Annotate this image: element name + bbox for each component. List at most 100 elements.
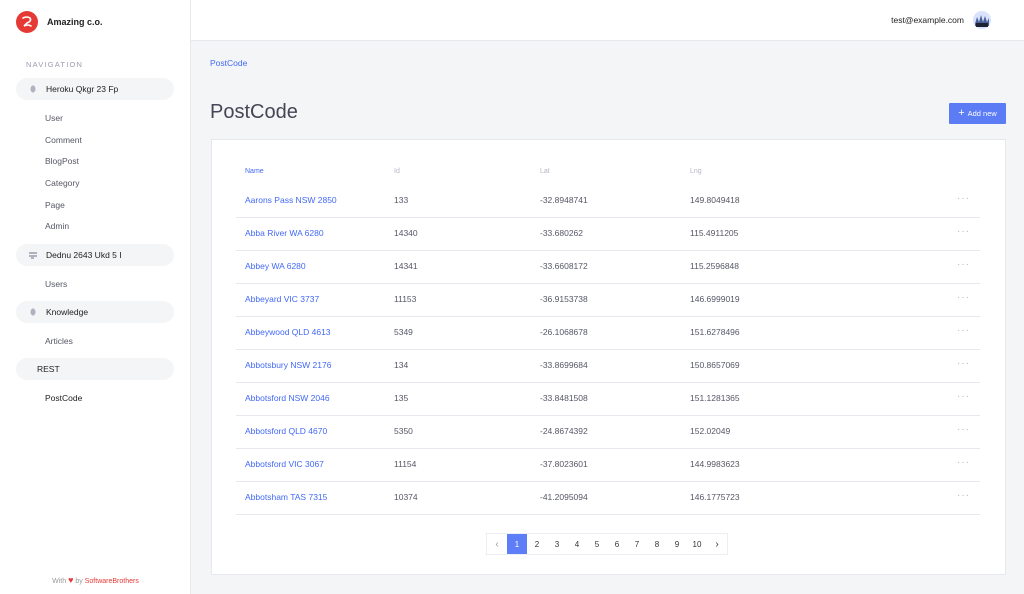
chevron-right-icon[interactable]: ›	[707, 534, 727, 554]
cell-lng: 152.02049	[690, 426, 731, 436]
page-button-3[interactable]: 3	[547, 534, 567, 554]
page-button-2[interactable]: 2	[527, 534, 547, 554]
page-button-5[interactable]: 5	[587, 534, 607, 554]
footer-link[interactable]: SoftwareBrothers	[85, 578, 139, 585]
page-button-8[interactable]: 8	[647, 534, 667, 554]
table-row[interactable]: Abbotsbury NSW 2176 134 -33.8699684 150.…	[236, 350, 980, 383]
column-header-name[interactable]: Name	[245, 168, 264, 175]
avatar-icon[interactable]	[973, 11, 991, 29]
nav-item-articles[interactable]: Articles	[45, 336, 73, 346]
table-row[interactable]: Abbotsford NSW 2046 135 -33.8481508 151.…	[236, 383, 980, 416]
cell-name[interactable]: Abbotsford NSW 2046	[245, 393, 330, 403]
nav-group-label: Heroku Qkgr 23 Fp	[46, 84, 119, 94]
footer-by: by	[75, 578, 83, 585]
table-row[interactable]: Abba River WA 6280 14340 -33.680262 115.…	[236, 218, 980, 251]
cell-id: 14341	[394, 261, 418, 271]
nav-group-heroku[interactable]: Heroku Qkgr 23 Fp	[16, 78, 174, 100]
page-button-4[interactable]: 4	[567, 534, 587, 554]
cell-name[interactable]: Abba River WA 6280	[245, 228, 324, 238]
topbar: test@example.com	[191, 0, 1024, 41]
nav-item-category[interactable]: Category	[45, 178, 80, 188]
cell-name[interactable]: Abbey WA 6280	[245, 261, 306, 271]
cell-lat: -37.8023601	[540, 459, 588, 469]
brand[interactable]: Amazing c.o.	[16, 11, 103, 33]
user-email[interactable]: test@example.com	[891, 15, 964, 25]
cell-lat: -26.1068678	[540, 327, 588, 337]
column-header-lng[interactable]: Lng	[690, 168, 702, 175]
table-row[interactable]: Aarons Pass NSW 2850 133 -32.8948741 149…	[236, 185, 980, 218]
cell-name[interactable]: Aarons Pass NSW 2850	[245, 195, 337, 205]
row-actions-icon[interactable]: ···	[957, 457, 970, 468]
navigation-title: Navigation	[26, 60, 84, 69]
table-row[interactable]: Abbotsford QLD 4670 5350 -24.8674392 152…	[236, 416, 980, 449]
row-actions-icon[interactable]: ···	[957, 226, 970, 237]
row-actions-icon[interactable]: ···	[957, 358, 970, 369]
row-actions-icon[interactable]: ···	[957, 259, 970, 270]
cell-lng: 115.4911205	[690, 228, 739, 238]
cell-name[interactable]: Abbotsbury NSW 2176	[245, 360, 331, 370]
row-actions-icon[interactable]: ···	[957, 325, 970, 336]
database-icon	[28, 85, 38, 93]
breadcrumb[interactable]: PostCode	[210, 58, 247, 68]
table-row[interactable]: Abbey WA 6280 14341 -33.6608172 115.2596…	[236, 251, 980, 284]
cell-id: 133	[394, 195, 409, 205]
chevron-left-icon[interactable]: ‹	[487, 534, 507, 554]
nav-item-postcode[interactable]: PostCode	[45, 393, 82, 403]
row-actions-icon[interactable]: ···	[957, 193, 970, 204]
cell-id: 5349	[394, 327, 413, 337]
table-row[interactable]: Abbotsham TAS 7315 10374 -41.2095094 146…	[236, 482, 980, 515]
column-header-lat[interactable]: Lat	[540, 168, 550, 175]
cell-lat: -33.6608172	[540, 261, 588, 271]
table-row[interactable]: Abbeywood QLD 4613 5349 -26.1068678 151.…	[236, 317, 980, 350]
sidebar-footer: With ♥ by SoftwareBrothers	[0, 575, 191, 585]
column-header-id[interactable]: Id	[394, 168, 400, 175]
heart-icon: ♥	[68, 575, 74, 585]
page-title: PostCode	[210, 101, 298, 123]
database-icon	[28, 308, 38, 316]
cell-id: 11154	[394, 459, 417, 469]
nav-group-label: Knowledge	[46, 307, 89, 317]
cell-lat: -24.8674392	[540, 426, 588, 436]
cell-lng: 146.1775723	[690, 492, 740, 502]
page-button-9[interactable]: 9	[667, 534, 687, 554]
page-button-10[interactable]: 10	[687, 534, 707, 554]
row-actions-icon[interactable]: ···	[957, 490, 970, 501]
nav-group-dednu[interactable]: Dednu 2643 Ukd 5 I	[16, 244, 174, 266]
cell-name[interactable]: Abbotsham TAS 7315	[245, 492, 327, 502]
cell-lat: -32.8948741	[540, 195, 588, 205]
nav-item-users[interactable]: Users	[45, 279, 67, 289]
cell-id: 10374	[394, 492, 418, 502]
nav-item-comment[interactable]: Comment	[45, 135, 82, 145]
nav-item-user[interactable]: User	[45, 113, 63, 123]
cell-lng: 151.6278496	[690, 327, 740, 337]
table-row[interactable]: Abbeyard VIC 3737 11153 -36.9153738 146.…	[236, 284, 980, 317]
row-actions-icon[interactable]: ···	[957, 424, 970, 435]
add-new-label: Add new	[967, 109, 997, 118]
cell-id: 11153	[394, 294, 417, 304]
plus-icon: +	[958, 107, 965, 119]
nav-item-blogpost[interactable]: BlogPost	[45, 156, 79, 166]
pagination: ‹ 1 2 3 4 5 6 7 8 9 10 ›	[486, 533, 728, 555]
row-actions-icon[interactable]: ···	[957, 292, 970, 303]
nav-item-page[interactable]: Page	[45, 200, 65, 210]
page-button-6[interactable]: 6	[607, 534, 627, 554]
row-actions-icon[interactable]: ···	[957, 391, 970, 402]
cell-lng: 150.8657069	[690, 360, 740, 370]
cell-name[interactable]: Abbeywood QLD 4613	[245, 327, 331, 337]
nav-item-admin[interactable]: Admin	[45, 221, 69, 231]
cell-lng: 149.8049418	[690, 195, 740, 205]
cell-name[interactable]: Abbotsford VIC 3067	[245, 459, 324, 469]
cell-name[interactable]: Abbeyard VIC 3737	[245, 294, 319, 304]
page-button-7[interactable]: 7	[627, 534, 647, 554]
cell-id: 5350	[394, 426, 413, 436]
nav-group-knowledge[interactable]: Knowledge	[16, 301, 174, 323]
page-button-1[interactable]: 1	[507, 534, 527, 554]
sidebar: Amazing c.o. Navigation Heroku Qkgr 23 F…	[0, 0, 191, 594]
nav-group-label: REST	[37, 364, 60, 374]
add-new-button[interactable]: + Add new	[949, 103, 1006, 124]
nav-group-rest[interactable]: REST	[16, 358, 174, 380]
table-row[interactable]: Abbotsford VIC 3067 11154 -37.8023601 14…	[236, 449, 980, 482]
cell-id: 134	[394, 360, 409, 370]
brand-name: Amazing c.o.	[47, 17, 103, 27]
cell-name[interactable]: Abbotsford QLD 4670	[245, 426, 327, 436]
